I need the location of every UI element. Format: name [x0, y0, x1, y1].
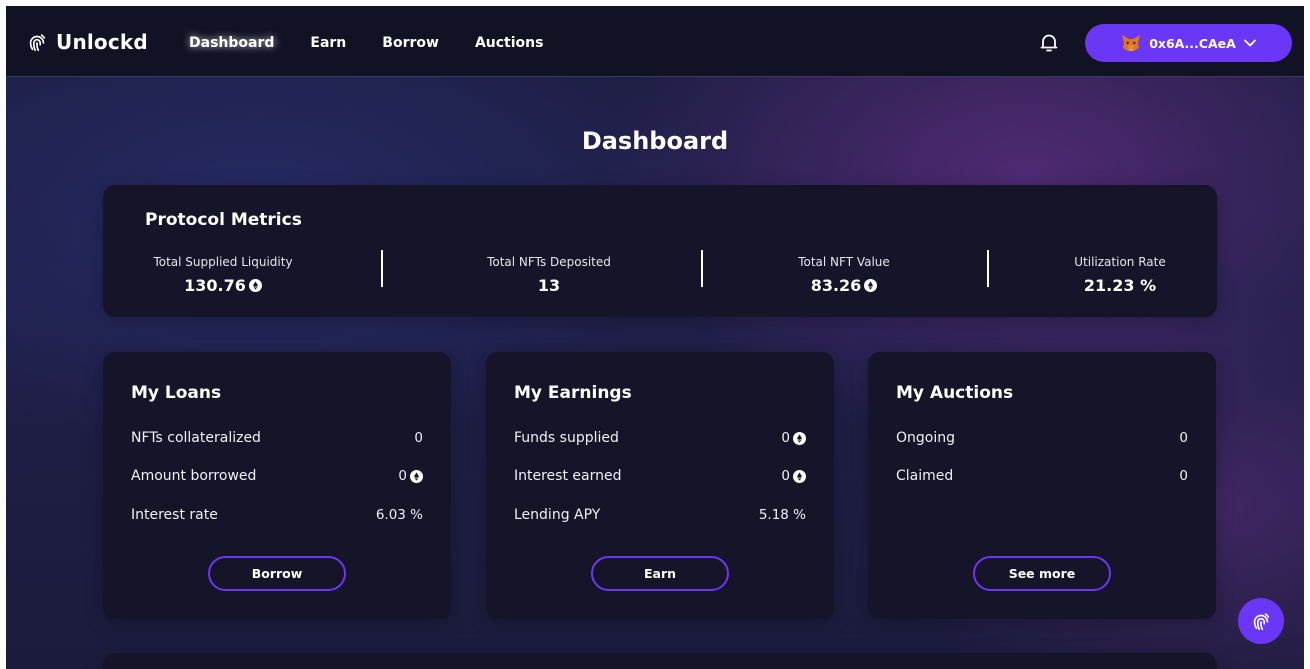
metric-label: Utilization Rate	[1074, 255, 1166, 269]
metamask-fox-icon	[1122, 35, 1141, 51]
row-value: 0	[1179, 468, 1188, 484]
row-label: Lending APY	[514, 507, 601, 523]
page-title: Dashboard	[581, 127, 729, 155]
borrow-button[interactable]: Borrow	[208, 556, 346, 591]
row-label: Ongoing	[896, 430, 955, 446]
main-nav: Dashboard Earn Borrow Auctions	[189, 35, 579, 51]
logo[interactable]: Unlockd	[26, 30, 148, 54]
nav-auctions[interactable]: Auctions	[475, 35, 544, 51]
app-frame: Unlockd Dashboard Earn Borrow Auctions 0…	[6, 6, 1304, 669]
notifications-button[interactable]	[1040, 33, 1058, 57]
fingerprint-icon	[1253, 613, 1270, 631]
eth-icon	[793, 431, 806, 445]
metric-utilization-rate: Utilization Rate 21.23 %	[1065, 255, 1175, 295]
card-title: My Earnings	[514, 383, 632, 403]
nav-borrow[interactable]: Borrow	[382, 35, 439, 51]
metrics-title: Protocol Metrics	[145, 210, 302, 230]
eth-icon	[793, 469, 806, 483]
metric-label: Total NFT Value	[798, 255, 890, 269]
protocol-metrics-card: Protocol Metrics Total Supplied Liquidit…	[103, 185, 1217, 317]
row-value-text: 0	[781, 468, 790, 484]
bell-icon	[1040, 34, 1058, 52]
row-value: 0	[398, 468, 423, 484]
row-label: Interest rate	[131, 507, 218, 523]
metric-value: 83.26	[789, 276, 899, 295]
loan-row-nfts-collateralized: NFTs collateralized 0	[131, 430, 423, 446]
metric-value: 21.23 %	[1065, 276, 1175, 295]
eth-icon	[248, 279, 262, 292]
see-more-button[interactable]: See more	[973, 556, 1111, 591]
top-navbar: Unlockd Dashboard Earn Borrow Auctions 0…	[6, 6, 1304, 77]
row-value: 0	[1179, 430, 1188, 446]
fingerprint-icon	[29, 34, 46, 52]
eth-icon	[410, 469, 423, 483]
earning-row-funds-supplied: Funds supplied 0	[514, 430, 806, 446]
row-value: 0	[414, 430, 423, 446]
nav-earn[interactable]: Earn	[310, 35, 346, 51]
metric-value-text: 130.76	[184, 276, 246, 295]
metric-total-nfts-deposited: Total NFTs Deposited 13	[469, 255, 629, 295]
row-value-text: 6.03 %	[375, 507, 423, 523]
nav-dashboard[interactable]: Dashboard	[189, 35, 274, 51]
row-label: Funds supplied	[514, 430, 619, 446]
row-value-text: 0	[414, 430, 423, 446]
earning-row-lending-apy: Lending APY 5.18 %	[514, 507, 806, 523]
metric-divider	[987, 250, 989, 287]
metric-label: Total NFTs Deposited	[487, 255, 611, 269]
row-value: 0	[781, 430, 806, 446]
loan-row-amount-borrowed: Amount borrowed 0	[131, 468, 423, 484]
metric-divider	[381, 250, 383, 287]
row-label: Interest earned	[514, 468, 622, 484]
metric-label: Total Supplied Liquidity	[153, 255, 293, 269]
metric-value-text: 13	[537, 276, 561, 295]
metric-total-supplied-liquidity: Total Supplied Liquidity 130.76	[143, 255, 303, 295]
row-value: 5.18 %	[759, 507, 806, 523]
metric-divider	[701, 250, 703, 287]
card-title: My Auctions	[896, 383, 1014, 403]
metric-total-nft-value: Total NFT Value 83.26	[789, 255, 899, 295]
auction-row-claimed: Claimed 0	[896, 468, 1188, 484]
app-name: Unlockd	[56, 30, 148, 54]
help-fab-button[interactable]	[1238, 598, 1284, 644]
row-value: 6.03 %	[376, 507, 423, 523]
metric-value: 13	[469, 276, 629, 295]
row-value-text: 0	[781, 430, 790, 446]
metric-value: 130.76	[143, 276, 303, 295]
chevron-down-icon	[1243, 39, 1256, 47]
row-value: 0	[781, 468, 806, 484]
card-title: My Loans	[131, 383, 222, 403]
bottom-card	[103, 653, 1217, 669]
row-label: Claimed	[896, 468, 954, 484]
row-label: Amount borrowed	[131, 468, 257, 484]
row-value-text: 5.18 %	[758, 507, 806, 523]
metric-value-text: 83.26	[810, 276, 862, 295]
earning-row-interest-earned: Interest earned 0	[514, 468, 806, 484]
earn-button[interactable]: Earn	[591, 556, 729, 591]
metric-value-text: 21.23 %	[1083, 276, 1157, 295]
my-auctions-card: My Auctions Ongoing 0 Claimed 0 See more	[868, 352, 1216, 619]
row-value-text: 0	[1179, 468, 1188, 484]
wallet-button[interactable]: 0x6A...CAeA	[1085, 24, 1292, 62]
row-value-text: 0	[1179, 430, 1188, 446]
auction-row-ongoing: Ongoing 0	[896, 430, 1188, 446]
row-value-text: 0	[398, 468, 407, 484]
my-earnings-card: My Earnings Funds supplied 0 Interest ea…	[486, 352, 834, 619]
wallet-address: 0x6A...CAeA	[1149, 35, 1236, 51]
row-label: NFTs collateralized	[131, 430, 261, 446]
loan-row-interest-rate: Interest rate 6.03 %	[131, 507, 423, 523]
my-loans-card: My Loans NFTs collateralized 0 Amount bo…	[103, 352, 451, 619]
eth-icon	[864, 279, 878, 292]
